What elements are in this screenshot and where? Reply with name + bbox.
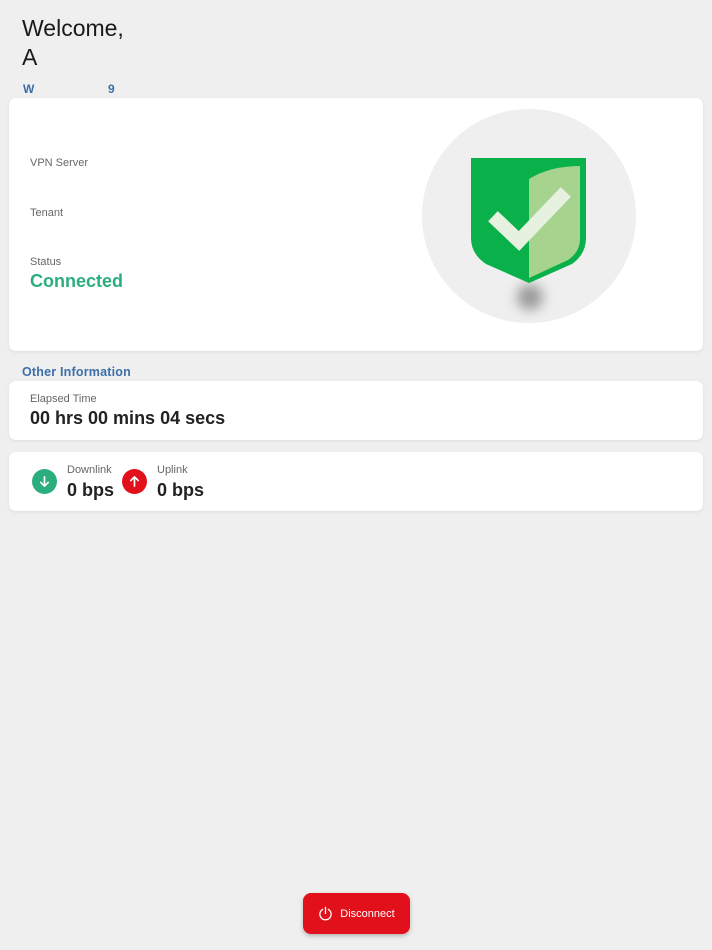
downlink-label: Downlink xyxy=(67,464,112,476)
power-icon xyxy=(319,906,333,921)
subtitle-left: W xyxy=(23,82,35,96)
disconnect-label: Disconnect xyxy=(340,907,395,920)
throughput-card: Downlink 0 bps Uplink 0 bps xyxy=(9,452,703,511)
status-label: Status xyxy=(30,256,62,268)
subtitle-right: 9 xyxy=(108,82,115,96)
uplink-label: Uplink xyxy=(157,464,188,476)
elapsed-time-value: 00 hrs 00 mins 04 secs xyxy=(30,408,226,428)
shield-check-icon xyxy=(471,158,586,283)
uplink-value: 0 bps xyxy=(157,480,205,500)
elapsed-time-card: Elapsed Time 00 hrs 00 mins 04 secs xyxy=(9,381,703,440)
downlink-value: 0 bps xyxy=(67,480,115,500)
arrow-down-icon xyxy=(32,469,57,494)
vpn-server-label: VPN Server xyxy=(30,157,89,169)
disconnect-button[interactable]: Disconnect xyxy=(303,893,410,934)
elapsed-time-label: Elapsed Time xyxy=(30,393,97,405)
status-value: Connected xyxy=(30,271,124,291)
tenant-label: Tenant xyxy=(30,207,64,219)
connection-card: VPN Server Tenant Status Connected xyxy=(9,98,703,351)
shield-badge xyxy=(422,109,636,323)
other-information-title: Other Information xyxy=(22,365,131,379)
welcome-heading: Welcome, A xyxy=(22,14,124,72)
arrow-up-icon xyxy=(122,469,147,494)
welcome-text: Welcome, xyxy=(22,15,124,41)
user-name: A xyxy=(22,44,38,70)
